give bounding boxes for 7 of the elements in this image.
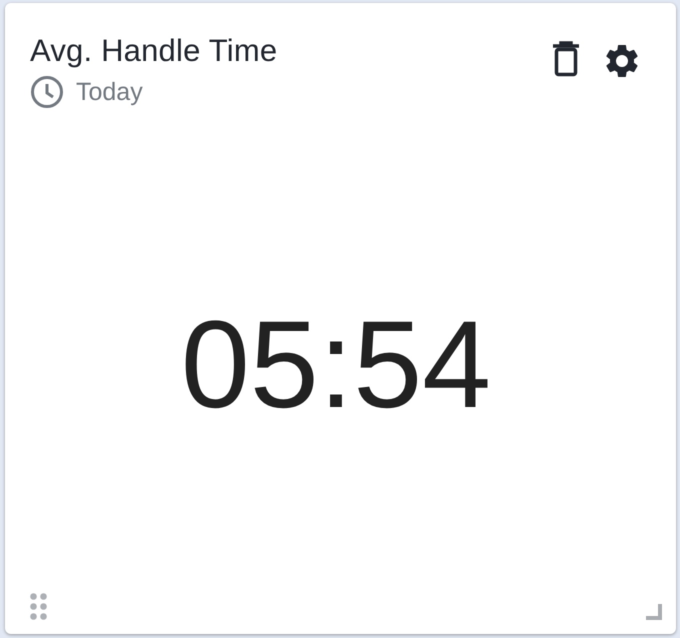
clock-icon	[30, 75, 64, 109]
trash-icon	[552, 41, 580, 77]
period-label: Today	[76, 78, 143, 106]
widget-title: Avg. Handle Time	[30, 33, 278, 69]
resize-handle-icon[interactable]	[646, 604, 662, 620]
drag-handle-icon[interactable]	[30, 593, 47, 620]
metric-value: 05:54	[180, 295, 492, 436]
